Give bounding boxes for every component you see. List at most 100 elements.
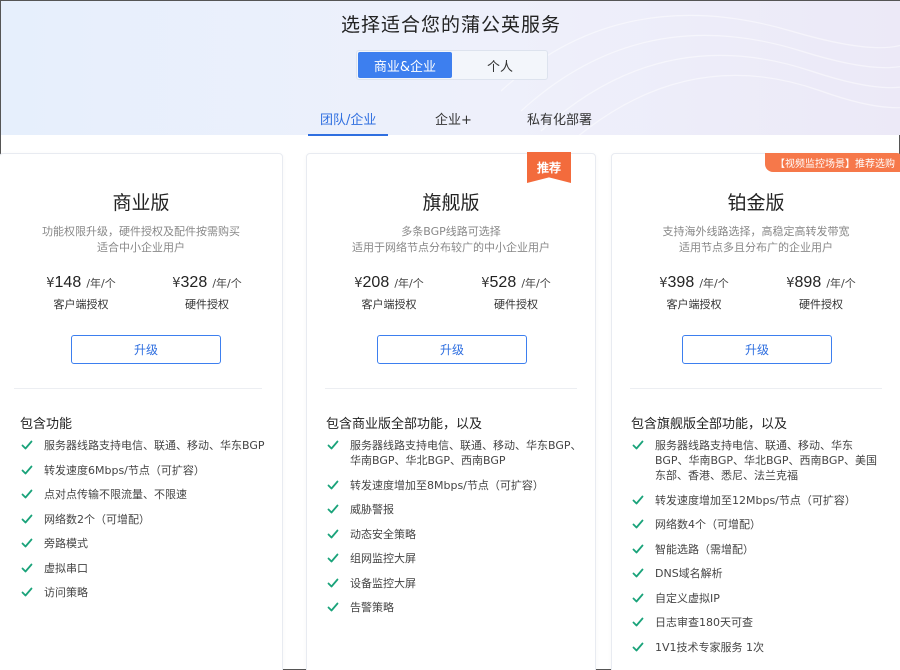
plan-tabs: 团队/企业 企业+ 私有化部署 [1,109,900,136]
tab-team-enterprise[interactable]: 团队/企业 [308,109,389,136]
check-icon [21,465,33,474]
feature-text: 转发速度6Mbps/节点（可扩容） [44,463,205,477]
feature-text: DNS域名解析 [655,567,723,580]
feature-text: 智能选路（需增配） [655,542,754,556]
price-amount: 528 [489,274,517,291]
feature-item: 网络数2个（可增配） [20,512,270,527]
feature-item: 点对点传输不限流量、不限速 [20,487,270,502]
feature-text: 威胁警报 [350,503,394,516]
price-client: ¥398 /年/个 客户端授权 [639,272,749,312]
feature-text: 网络数2个（可增配） [44,512,150,526]
upgrade-button[interactable]: 升级 [377,335,527,364]
feature-text: 旁路模式 [44,537,88,550]
feature-text: 访问策略 [44,586,88,599]
currency-symbol: ¥ [172,276,181,291]
feature-list: 服务器线路支持电信、联通、移动、华东BGP 转发速度6Mbps/节点（可扩容） 点对… [20,438,270,610]
plan-name: 商业版 [112,192,170,214]
plan-description-line: 功能权限升级，硬件授权及配件按需购买 [42,225,240,238]
currency-symbol: ¥ [786,276,795,291]
price-label: 硬件授权 [185,298,229,311]
price-amount: 208 [362,274,390,291]
check-icon [632,519,644,529]
feature-item: 服务器线路支持电信、联通、移动、华东BGP [20,438,270,453]
tab-private-deployment[interactable]: 私有化部署 [527,109,592,135]
feature-item: 虚拟串口 [20,561,270,576]
feature-item: 自定义虚拟IP [631,591,886,606]
feature-text: 1V1技术专家服务 1次 [655,640,765,654]
price-label: 客户端授权 [361,298,417,311]
plan-name: 旗舰版 [422,192,480,214]
recommended-badge: 推荐 [527,152,571,183]
check-icon [632,495,644,504]
price-unit: /年/个 [86,277,116,290]
feature-text: 点对点传输不限流量、不限速 [44,488,187,501]
price-hardware: ¥328 /年/个 硬件授权 [152,272,262,312]
features-heading: 包含功能 [20,417,73,432]
feature-item: 服务器线路支持电信、联通、移动、华东BGP、华南BGP、华北BGP、西南BGP、… [631,438,886,483]
plan-description-line: 支持海外线路选择，高稳定高转发带宽 [662,225,850,238]
plan-name: 铂金版 [727,192,785,214]
tab-label: 团队/企业 [320,113,377,128]
feature-text: 网络数4个（可增配） [655,518,761,531]
check-icon [21,489,33,499]
feature-item: 告警策略 [326,600,583,615]
feature-text: 服务器线路支持电信、联通、移动、华东BGP [44,439,265,452]
check-icon [21,538,33,548]
price-unit: /年/个 [826,277,856,290]
feature-item: 动态安全策略 [326,527,583,542]
check-icon [327,480,339,489]
check-icon [327,529,339,538]
feature-text: 虚拟串口 [44,561,88,575]
currency-symbol: ¥ [659,276,668,291]
feature-item: 转发速度增加至12Mbps/节点（可扩容） [631,493,886,508]
feature-list: 服务器线路支持电信、联通、移动、华东BGP、华南BGP、华北BGP、西南BGP、… [631,438,886,664]
currency-symbol: ¥ [354,276,363,291]
price-amount: 398 [667,274,695,291]
price-hardware: ¥898 /年/个 硬件授权 [766,272,876,312]
price-label: 硬件授权 [494,298,538,311]
page-title: 选择适合您的蒲公英服务 [340,14,561,36]
currency-symbol: ¥ [46,276,55,291]
price-amount: 148 [54,274,82,291]
upgrade-button[interactable]: 升级 [682,335,832,364]
feature-item: 旁路模式 [20,536,270,551]
feature-text: 日志审查180天可查 [655,616,753,629]
plan-description-line: 多条BGP线路可选择 [401,225,501,238]
tab-label: 企业+ [435,113,472,128]
feature-text: 动态安全策略 [350,527,416,541]
audience-toggle: 商业&企业 个人 [356,50,548,80]
scenario-recommend-badge: 【视频监控场景】推荐选购 [765,153,900,172]
segment-personal[interactable]: 个人 [453,51,547,79]
price-client: ¥148 /年/个 客户端授权 [26,272,136,312]
feature-item: 组网监控大屏 [326,551,583,566]
feature-text: 设备监控大屏 [350,576,416,590]
active-tab-indicator [308,134,389,136]
feature-text: 自定义虚拟IP [655,591,720,605]
divider [325,388,577,389]
price-unit: /年/个 [394,277,424,290]
check-icon [327,553,339,563]
check-icon [632,617,644,627]
feature-text: 组网监控大屏 [350,552,416,565]
currency-symbol: ¥ [481,276,490,291]
plan-description-line: 适用节点多且分布广的企业用户 [679,241,833,254]
tab-enterprise-plus[interactable]: 企业+ [435,109,472,135]
check-icon [327,602,339,612]
upgrade-button[interactable]: 升级 [71,335,221,364]
segment-business[interactable]: 商业&企业 [358,52,452,78]
feature-item: DNS域名解析 [631,566,886,581]
feature-text: 转发速度增加至8Mbps/节点（可扩容） [350,478,544,492]
price-amount: 898 [794,274,822,291]
feature-text: 服务器线路支持电信、联通、移动、华东BGP、华南BGP、华北BGP、西南BGP、… [655,439,878,482]
plan-description-line: 适用于网络节点分布较广的中小企业用户 [352,241,550,254]
plan-card-business: 商业版 功能权限升级，硬件授权及配件按需购买 适合中小企业用户 ¥148 /年/… [0,153,283,670]
check-icon [21,563,33,572]
plan-description: 多条BGP线路可选择 适用于网络节点分布较广的中小企业用户 [327,224,575,256]
price-unit: /年/个 [699,277,729,290]
feature-text: 服务器线路支持电信、联通、移动、华东BGP、华南BGP、华北BGP、西南BGP [350,439,582,467]
price-unit: /年/个 [212,277,242,290]
check-icon [632,440,644,450]
check-icon [21,440,33,450]
plan-description: 支持海外线路选择，高稳定高转发带宽 适用节点多且分布广的企业用户 [632,224,880,256]
price-hardware: ¥528 /年/个 硬件授权 [461,272,571,312]
